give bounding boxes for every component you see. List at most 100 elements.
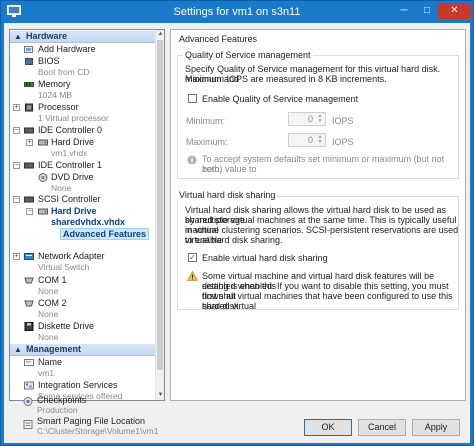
tree-item-com1-sub: None — [38, 286, 59, 296]
com-port-icon — [24, 300, 34, 307]
tree-item-bios[interactable]: BIOS — [38, 56, 60, 67]
dialog-client: ▲ Hardware Add Hardware BIOS Boot from C… — [4, 23, 470, 443]
qos-info-line2: zero. — [202, 164, 223, 174]
tree-item-name[interactable]: Name — [38, 357, 62, 368]
scroll-down-icon[interactable]: ▼ — [156, 391, 164, 400]
tree-item-add-hardware[interactable]: Add Hardware — [38, 44, 96, 55]
management-header-label: Management — [26, 344, 82, 354]
sharing-warning-line3: down all virtual machines that have been… — [202, 291, 453, 311]
tree-item-advanced-features[interactable]: Advanced Features — [60, 228, 150, 240]
scsi-controller-icon — [24, 196, 34, 203]
tree-item-com1[interactable]: COM 1 — [38, 275, 67, 286]
network-adapter-icon — [24, 253, 34, 260]
tree-item-scsi[interactable]: SCSI Controller — [38, 194, 101, 205]
expand-processor-icon[interactable]: + — [13, 104, 20, 111]
maximum-iops-input[interactable]: 0 ▲ ▼ — [288, 133, 326, 147]
com-port-icon — [24, 277, 34, 284]
collapse-ide1-icon[interactable]: − — [13, 162, 20, 169]
info-icon — [187, 155, 197, 165]
expand-network-icon[interactable]: + — [13, 253, 20, 260]
tree-item-scsi-hard-drive[interactable]: Hard Drive — [51, 206, 97, 217]
diskette-icon — [24, 322, 34, 331]
cancel-button[interactable]: Cancel — [358, 419, 406, 436]
scroll-up-icon[interactable]: ▲ — [156, 30, 164, 39]
warning-icon — [187, 271, 198, 281]
ide-controller-icon — [24, 127, 34, 134]
tree-item-diskette-sub: None — [38, 332, 59, 342]
enable-qos-label[interactable]: Enable Quality of Service management — [202, 94, 358, 104]
processor-icon — [25, 103, 33, 112]
collapse-chevron-icon[interactable]: ▲ — [14, 31, 22, 42]
tree-item-smart-paging-sub: C:\ClusterStorage\Volume1\vm1 — [37, 426, 159, 436]
tree-item-name-sub: vm1 — [38, 368, 55, 378]
qos-info-line1: To accept system defaults set minimum or… — [202, 154, 445, 174]
minimize-button[interactable]: ─ — [392, 3, 416, 19]
tree-item-memory-sub: 1024 MB — [38, 90, 73, 100]
tree-item-processor-sub: 1 Virtual processor — [38, 113, 109, 123]
ok-button[interactable]: OK — [304, 419, 352, 436]
settings-tree[interactable]: ▲ Hardware Add Hardware BIOS Boot from C… — [9, 29, 165, 401]
tree-item-integration-services[interactable]: Integration Services — [38, 380, 118, 391]
management-section-header[interactable]: ▲ Management — [10, 344, 156, 356]
tree-item-processor[interactable]: Processor — [38, 102, 79, 113]
add-hardware-icon — [24, 46, 33, 53]
maximum-unit-label: IOPS — [332, 137, 354, 147]
bios-chip-icon — [25, 58, 33, 65]
paging-file-icon — [23, 420, 33, 429]
hardware-section-header[interactable]: ▲ Hardware — [10, 31, 156, 43]
collapse-chevron-icon[interactable]: ▲ — [14, 344, 22, 355]
tree-item-network-adapter[interactable]: Network Adapter — [38, 251, 105, 262]
collapse-scsi-icon[interactable]: − — [13, 196, 20, 203]
hardware-header-label: Hardware — [26, 31, 68, 41]
details-panel: Advanced Features Quality of Service man… — [170, 29, 466, 401]
hard-drive-icon — [38, 139, 48, 146]
maximize-button[interactable]: □ — [416, 3, 438, 19]
memory-icon — [24, 82, 34, 87]
collapse-scsi-drive-icon[interactable]: − — [26, 208, 33, 215]
tree-item-diskette[interactable]: Diskette Drive — [38, 321, 94, 332]
tree-item-scsi-drive-file: sharedvhdx.vhdx — [51, 217, 126, 227]
tree-item-ide0[interactable]: IDE Controller 0 — [38, 125, 102, 136]
tree-item-com2-sub: None — [38, 309, 59, 319]
apply-button[interactable]: Apply — [412, 419, 460, 436]
tree-scrollbar[interactable]: ▲ ▼ — [155, 30, 164, 400]
sharing-warning-line4: hard disk. — [202, 301, 242, 311]
minimum-iops-input[interactable]: 0 ▲ ▼ — [288, 112, 326, 126]
minimum-iops-value: 0 — [307, 114, 313, 124]
tree-item-dvd-drive[interactable]: DVD Drive — [51, 172, 94, 183]
settings-window: Settings for vm1 on s3n11 ─ □ ✕ ▲ Hardwa… — [0, 0, 474, 446]
checkpoints-icon — [23, 397, 33, 406]
maximum-iops-value: 0 — [307, 135, 313, 145]
enable-sharing-checkbox[interactable]: ✓ — [188, 253, 197, 262]
tree-item-network-sub: Virtual Switch — [38, 262, 90, 272]
tree-item-ide1[interactable]: IDE Controller 1 — [38, 160, 102, 171]
enable-qos-checkbox[interactable] — [188, 94, 197, 103]
dvd-drive-icon — [38, 173, 48, 182]
close-button[interactable]: ✕ — [438, 3, 471, 19]
qos-group-label: Quality of Service management — [183, 50, 313, 60]
name-icon — [24, 359, 34, 366]
spinner-arrows-icon[interactable]: ▲ ▼ — [316, 114, 324, 124]
tree-item-memory[interactable]: Memory — [38, 79, 71, 90]
title-bar[interactable]: Settings for vm1 on s3n11 ─ □ ✕ — [1, 1, 473, 23]
checkmark-icon: ✓ — [189, 253, 196, 262]
sharing-group-label: Virtual hard disk sharing — [177, 190, 278, 200]
enable-sharing-label[interactable]: Enable virtual hard disk sharing — [202, 253, 328, 263]
tree-item-com2[interactable]: COM 2 — [38, 298, 67, 309]
tree-item-ide0-drive-sub: vm1.vhdx — [51, 148, 88, 158]
maximum-label: Maximum: — [186, 137, 228, 147]
minimum-unit-label: IOPS — [332, 116, 354, 126]
minimum-label: Minimum: — [186, 116, 226, 126]
expand-ide0-drive-icon[interactable]: + — [26, 139, 33, 146]
hard-drive-icon — [38, 208, 48, 215]
ide-controller-icon — [24, 162, 34, 169]
collapse-ide0-icon[interactable]: − — [13, 127, 20, 134]
integration-services-icon — [24, 381, 34, 390]
tree-item-dvd-drive-sub: None — [51, 183, 72, 193]
sharing-description-line4: virtual hard disk sharing. — [185, 235, 283, 245]
tree-item-ide0-hard-drive[interactable]: Hard Drive — [51, 137, 94, 148]
qos-description-line2: maximum IOPS are measured in 8 KB increm… — [185, 74, 387, 84]
spinner-arrows-icon[interactable]: ▲ ▼ — [316, 135, 324, 145]
tree-item-checkpoints-sub: Production — [37, 405, 78, 415]
scrollbar-thumb[interactable] — [157, 40, 163, 370]
